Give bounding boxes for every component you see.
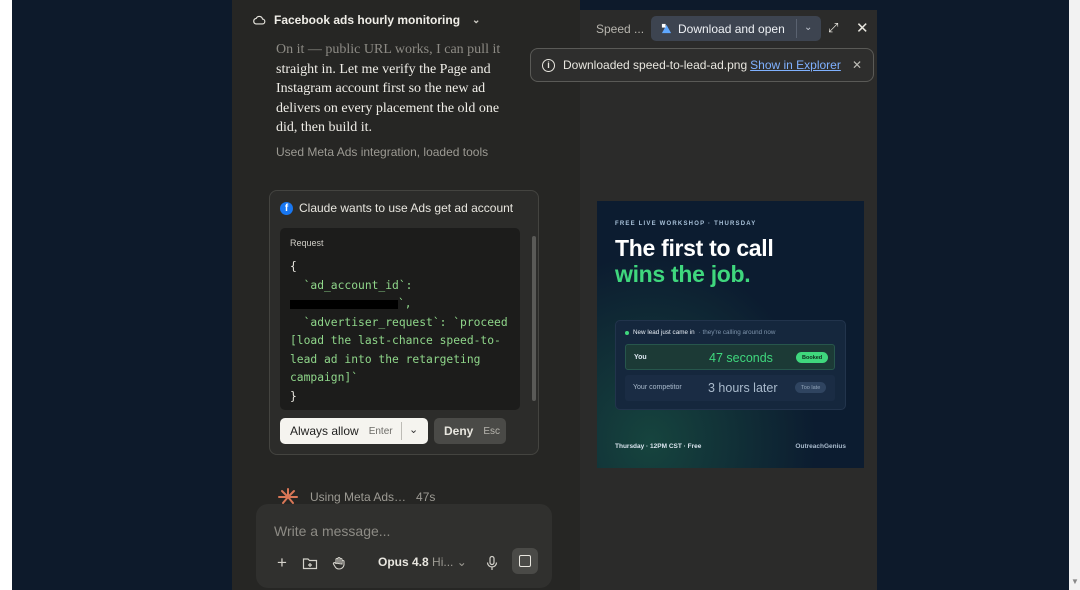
scrollbar-edge[interactable]: ▼ [1069,0,1080,590]
composer-toolbar: + Opus 4.8 Hi... ⌄ [274,548,542,574]
conversation-title-button[interactable]: Facebook ads hourly monitoring ⌄ [252,13,480,27]
toast-text: Downloaded speed-to-lead-ad.png [563,58,748,72]
request-code-box: Request { `ad_account_id`: `, `advertise… [280,228,520,410]
model-chevron-down-icon: ⌄ [456,555,467,569]
button-divider [401,422,402,440]
code-value-line-1: [load the last-chance speed-to- [290,334,501,347]
chevron-down-icon: ⌄ [472,14,481,26]
model-selector[interactable]: Opus 4.8 Hi... ⌄ [378,555,467,569]
deny-label: Deny [444,424,474,438]
conversation-title: Facebook ads hourly monitoring [274,13,461,27]
ad-card-subtitle: · they're calling around now [698,329,776,336]
code-key-ad-account: `ad_account_id`: [290,278,413,292]
code-value-line-2: lead ad into the retargeting [290,352,481,366]
info-icon: i [542,58,555,72]
image-file-icon [661,23,672,34]
ad-row-you: You 47 seconds Booked [625,344,835,370]
scroll-down-arrow-icon[interactable]: ▼ [1071,577,1079,586]
ad-row-value: 47 seconds [709,351,773,365]
code-close-brace: } [290,389,297,403]
code-line-suffix: `, [398,297,412,310]
ad-footer-date: Thursday · 12PM CST · Free [615,443,702,450]
working-label: Using Meta Ads… [310,490,407,504]
permission-title: Claude wants to use Ads get ad account [299,201,514,215]
model-effort: Hi... [432,555,454,569]
code-scrollbar[interactable] [532,236,536,401]
ad-row-badge: Booked [796,352,829,363]
code-key-advertiser-request: `advertiser_request`: `proceed [290,315,508,329]
deny-shortcut: Esc [483,425,501,437]
download-options-chevron-icon[interactable]: ⌄ [804,22,812,33]
button-divider [796,19,797,38]
message-composer[interactable]: Write a message... + Opus 4.8 Hi... ⌄ [256,504,552,588]
ad-row-label: Your competitor [633,384,682,391]
ad-lead-card: New lead just came in · they're calling … [615,320,846,410]
ad-row-badge: Too late [795,382,827,393]
ad-row-label: You [634,354,647,361]
working-timer: 47s [416,490,436,504]
always-allow-button[interactable]: Always allow Enter ⌄ [280,418,428,444]
message-input[interactable]: Write a message... [274,523,390,539]
deny-button[interactable]: Deny Esc [434,418,506,444]
ad-footer-brand: OutreachGenius [795,443,846,450]
redacted-value [290,299,398,309]
ad-eyebrow: FREE LIVE WORKSHOP · THURSDAY [615,221,757,227]
request-label: Request [290,238,324,248]
assistant-message: On it — public URL works, I can pull it … [276,40,512,138]
microphone-icon[interactable] [484,552,500,574]
ad-headline-1: The first to call [615,235,774,261]
download-and-open-button[interactable]: Download and open ⌄ [651,16,821,41]
hand-icon[interactable] [331,552,347,574]
download-toast: i Downloaded speed-to-lead-ad.png Show i… [530,48,874,82]
stop-button[interactable] [512,548,538,574]
facebook-icon: f [280,201,293,215]
download-label: Download and open [678,21,785,36]
close-preview-icon[interactable]: ✕ [856,19,869,37]
show-in-explorer-link[interactable]: Show in Explorer [750,58,841,72]
ad-headline-2: wins the job. [615,261,751,287]
ad-card-header: New lead just came in · they're calling … [625,329,775,336]
permission-card: f Claude wants to use Ads get ad account… [269,190,539,455]
expand-icon[interactable]: ⤢ [828,20,838,36]
permission-title-row: f Claude wants to use Ads get ad account [280,201,513,215]
code-open-brace: { [290,260,297,273]
always-allow-label: Always allow [290,424,359,438]
preview-title: Speed ... [596,22,645,36]
code-value-line-3: campaign]` [290,371,359,384]
cloud-icon [253,15,266,25]
message-faded-line: On it — public URL works, I can pull it [276,42,501,57]
add-icon[interactable]: + [274,552,290,574]
stop-square-icon [519,555,531,567]
ad-row-competitor: Your competitor 3 hours later Too late [625,375,835,401]
ad-preview-image: FREE LIVE WORKSHOP · THURSDAY The first … [597,201,864,468]
message-body: straight in. Let me verify the Page and … [276,61,500,136]
allow-options-chevron-icon[interactable]: ⌄ [409,423,418,436]
request-code: { `ad_account_id`: `, `advertiser_reques… [290,258,515,406]
model-name: Opus 4.8 [378,555,429,569]
ad-row-value: 3 hours later [708,381,778,395]
live-dot-icon [625,330,629,335]
chat-panel: Facebook ads hourly monitoring ⌄ On it —… [232,0,580,590]
folder-add-icon[interactable] [302,552,318,574]
ad-card-title: New lead just came in [633,329,695,336]
used-tools-summary[interactable]: Used Meta Ads integration, loaded tools [276,145,488,159]
always-allow-shortcut: Enter [368,425,393,437]
dismiss-toast-icon[interactable]: ✕ [852,58,862,72]
